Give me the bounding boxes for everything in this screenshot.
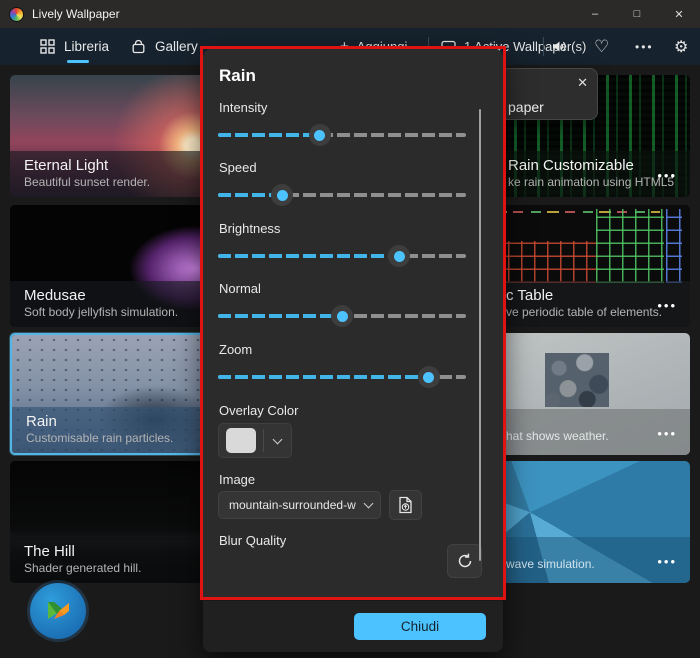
tile-subtitle: ke rain animation using HTML5 (508, 175, 676, 189)
normal-label: Normal (219, 281, 261, 296)
speed-label: Speed (219, 160, 257, 175)
chevron-down-icon[interactable] (273, 434, 283, 444)
flyout-close-icon[interactable]: ✕ (577, 75, 588, 91)
speed-slider[interactable] (218, 184, 466, 206)
slider-thumb[interactable] (331, 305, 353, 327)
grid-icon (40, 39, 55, 54)
tile-subtitle: wave simulation. (506, 557, 676, 571)
browse-image-button[interactable] (389, 490, 422, 520)
nav-separator (543, 37, 544, 56)
tab-libreria[interactable]: Libreria (40, 28, 109, 65)
slider-thumb[interactable] (309, 124, 331, 146)
zoom-slider[interactable] (218, 366, 466, 388)
lively-logo (30, 583, 86, 639)
favorites-button[interactable]: ♡ (594, 28, 609, 65)
overlay-color-label: Overlay Color (219, 403, 298, 418)
volume-icon (551, 39, 568, 54)
image-label: Image (219, 472, 255, 487)
tile-title: Rain Customizable (508, 157, 676, 174)
image-select-value: mountain-surrounded-w (229, 498, 365, 512)
active-tab-indicator (67, 60, 89, 63)
chiudi-button[interactable]: Chiudi (354, 613, 486, 640)
rain-customize-dialog: Rain Intensity Speed Brightness Normal Z… (203, 49, 503, 652)
tile-subtitle: hat shows weather. (506, 429, 676, 443)
tile-subtitle: ve periodic table of elements. (506, 305, 676, 319)
brightness-slider[interactable] (218, 245, 466, 267)
intensity-slider[interactable] (218, 124, 466, 146)
dialog-title: Rain (219, 66, 256, 86)
slider-thumb[interactable] (388, 245, 410, 267)
pebbles-photo (545, 353, 609, 407)
reset-button[interactable] (447, 544, 482, 578)
gear-icon: ⚙ (674, 37, 688, 57)
reset-icon (456, 552, 474, 570)
tab-gallery[interactable]: Gallery (131, 28, 198, 65)
dialog-footer: Chiudi (203, 600, 503, 652)
brightness-label: Brightness (219, 221, 280, 236)
close-window-button[interactable]: ✕ (658, 0, 700, 28)
titlebar: Lively Wallpaper – □ ✕ (0, 0, 700, 28)
window-title: Lively Wallpaper (32, 7, 120, 21)
tile-title: c Table (506, 287, 676, 304)
color-swatch[interactable] (226, 428, 256, 453)
bag-icon (131, 39, 146, 54)
minimize-button[interactable]: – (574, 0, 616, 28)
tab-libreria-label: Libreria (64, 39, 109, 54)
blur-quality-label: Blur Quality (219, 533, 286, 548)
zoom-label: Zoom (219, 342, 252, 357)
chevron-down-icon (364, 499, 374, 509)
lively-wallpaper-window: Lively Wallpaper – □ ✕ Libreria Gallery (0, 0, 700, 658)
flyout-text-fragment: paper (508, 99, 544, 115)
slider-thumb[interactable] (271, 184, 293, 206)
tile-more-button[interactable]: ••• (657, 554, 677, 569)
file-upload-icon (397, 496, 414, 514)
tile-more-button[interactable]: ••• (657, 298, 677, 313)
tile-more-button[interactable]: ••• (657, 168, 677, 183)
image-select[interactable]: mountain-surrounded-w (218, 491, 381, 519)
normal-slider[interactable] (218, 305, 466, 327)
lively-logo-icon (41, 594, 75, 628)
app-logo-icon (9, 7, 24, 22)
maximize-button[interactable]: □ (616, 0, 658, 28)
volume-button[interactable] (551, 28, 568, 65)
intensity-label: Intensity (219, 100, 267, 115)
dialog-scrollbar[interactable] (479, 109, 481, 561)
tab-gallery-label: Gallery (155, 39, 198, 54)
more-menu-button[interactable]: ••• (635, 28, 654, 65)
overlay-color-picker[interactable] (218, 423, 292, 458)
heart-icon: ♡ (594, 37, 609, 57)
settings-button[interactable]: ⚙ (674, 28, 688, 65)
tile-more-button[interactable]: ••• (657, 426, 677, 441)
slider-thumb[interactable] (418, 366, 440, 388)
ellipsis-icon: ••• (635, 40, 654, 54)
